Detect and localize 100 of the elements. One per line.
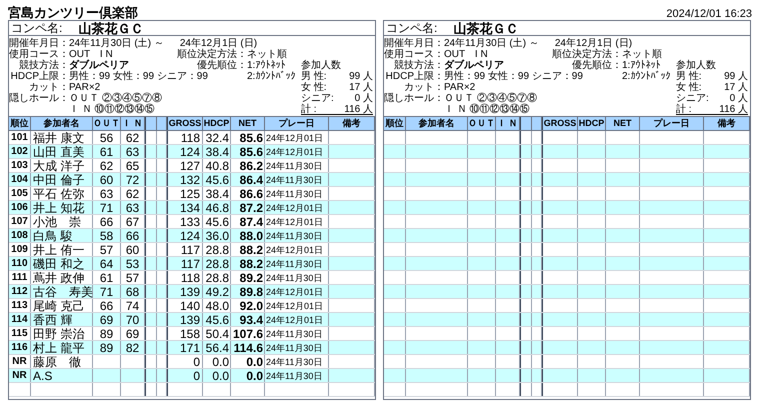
score-cell: 118 (167, 131, 203, 144)
info-label: カット： (28, 82, 69, 93)
score-cell: 53 (121, 257, 145, 270)
score-cell: 114.6 (231, 341, 265, 354)
column-header: 参加者名 (406, 117, 468, 130)
score-cell: 36.0 (203, 229, 231, 242)
participants-count: 116 人 (716, 104, 748, 115)
score-cell: 67 (121, 215, 145, 228)
info-label: HDCP上限： (384, 71, 444, 82)
rank-cell: 112 (9, 285, 31, 298)
column-header: 順位 (384, 117, 406, 130)
info-label: 開催年月日： (9, 38, 69, 49)
info-label: 競技方法： (393, 60, 444, 71)
score-cell: 56 (93, 131, 121, 144)
participants-count: 17 人 (348, 82, 373, 93)
score-cell: 158 (167, 327, 203, 340)
club-title: 宮島カンツリー倶楽部 (8, 6, 138, 20)
info-value: PAR×2 (444, 82, 476, 93)
participants-label: シニア: (676, 93, 710, 104)
score-cell: 46.8 (203, 201, 231, 214)
info-value: ネット順 (622, 49, 663, 60)
participants-label: 計 : (301, 104, 341, 115)
score-cell: 133 (167, 215, 203, 228)
score-cell: 60 (121, 243, 145, 256)
score-cell: 60 (93, 173, 121, 186)
score-cell: 88.0 (231, 229, 265, 242)
score-cell: 86.4 (231, 173, 265, 186)
info-label: 使用コース： (384, 49, 444, 60)
name-cell: 福井 康文 (31, 131, 93, 144)
date-cell: 24年11月30日 (265, 187, 329, 200)
score-cell: 87.4 (231, 215, 265, 228)
info-value: 1:ｱｳﾄﾈｯﾄ (622, 60, 662, 71)
column-header: 備考 (329, 117, 375, 130)
score-cell: 56.4 (203, 341, 231, 354)
info-value: ダブルペリア (69, 60, 129, 71)
date-cell: 24年12月01日 (265, 131, 329, 144)
score-cell: 64 (93, 257, 121, 270)
rank-cell: NR (9, 355, 31, 368)
info-label: 順位決定方法： (176, 49, 247, 60)
name-cell: 蔦井 政伸 (31, 271, 93, 284)
score-cell: 65 (121, 159, 145, 172)
name-cell: 藤原 徹 (31, 355, 93, 368)
info-label: 競技方法： (18, 60, 69, 71)
info-value: Ｉ Ｎ ⑩⑪⑫⑬⑭⑮ (444, 104, 531, 115)
participants-count: 116 人 (341, 104, 373, 115)
column-header: 参加者名 (31, 117, 93, 130)
info-label: 優先順位： (196, 60, 247, 71)
info-value: OUT I N (69, 49, 114, 60)
date-cell: 24年12月01日 (265, 243, 329, 256)
comp-label: コンペ名: (386, 22, 438, 35)
score-cell: 85.6 (231, 145, 265, 158)
score-cell: 117 (167, 243, 203, 256)
column-header: ＯＵＴ (468, 117, 496, 130)
name-cell: 平石 佐弥 (31, 187, 93, 200)
name-cell: 香西 輝 (31, 313, 93, 326)
score-cell: 89 (93, 327, 121, 340)
score-cell: 58 (93, 229, 121, 242)
score-cell: 125 (167, 187, 203, 200)
info-value: ネット順 (247, 49, 288, 60)
comp-name: 山茶花ＧＣ (453, 22, 518, 35)
info-value: 男性：99 女性：99 シニア：99 (444, 71, 584, 82)
score-cell: 63 (121, 201, 145, 214)
info-label: 優先順位： (571, 60, 622, 71)
participants-label: シニア: (301, 93, 335, 104)
score-cell: 69 (121, 327, 145, 340)
date-cell: 24年11月30日 (265, 257, 329, 270)
name-cell: 磯田 和之 (31, 257, 93, 270)
score-cell: 38.4 (203, 187, 231, 200)
date-cell: 24年11月30日 (265, 369, 329, 382)
rank-cell: 105 (9, 187, 31, 200)
column-header: HDCP (203, 117, 231, 130)
score-cell: 85.6 (231, 131, 265, 144)
score-cell: 40.8 (203, 159, 231, 172)
column-header: ＯＵＴ (93, 117, 121, 130)
score-cell: 68 (121, 285, 145, 298)
name-cell: 井上 侑一 (31, 243, 93, 256)
info-value: ダブルペリア (444, 60, 504, 71)
info-label: 使用コース： (9, 49, 69, 60)
column-header: Ｉ Ｎ (496, 117, 520, 130)
date-cell: 24年12月01日 (265, 145, 329, 158)
score-cell: 57 (93, 243, 121, 256)
score-cell: 63 (93, 187, 121, 200)
info-label: 隠しホール： (9, 93, 69, 104)
info-value: OUT I N (444, 49, 489, 60)
score-cell: 48.0 (203, 299, 231, 312)
rank-cell: NR (9, 369, 31, 382)
participants-count: 0 人 (728, 93, 748, 104)
name-cell: 田野 崇治 (31, 327, 93, 340)
rank-cell: 103 (9, 159, 31, 172)
score-cell: 66 (121, 229, 145, 242)
column-header: NET (606, 117, 640, 130)
score-cell: 127 (167, 159, 203, 172)
info-label: カット： (403, 82, 444, 93)
score-cell: 63 (121, 145, 145, 158)
date-cell: 24年11月30日 (265, 159, 329, 172)
score-cell: 107.6 (231, 327, 265, 340)
name-cell: 尾崎 克己 (31, 299, 93, 312)
date-cell: 24年12月01日 (265, 285, 329, 298)
score-cell: 0 (167, 369, 203, 382)
participants-count: 99 人 (723, 71, 748, 82)
